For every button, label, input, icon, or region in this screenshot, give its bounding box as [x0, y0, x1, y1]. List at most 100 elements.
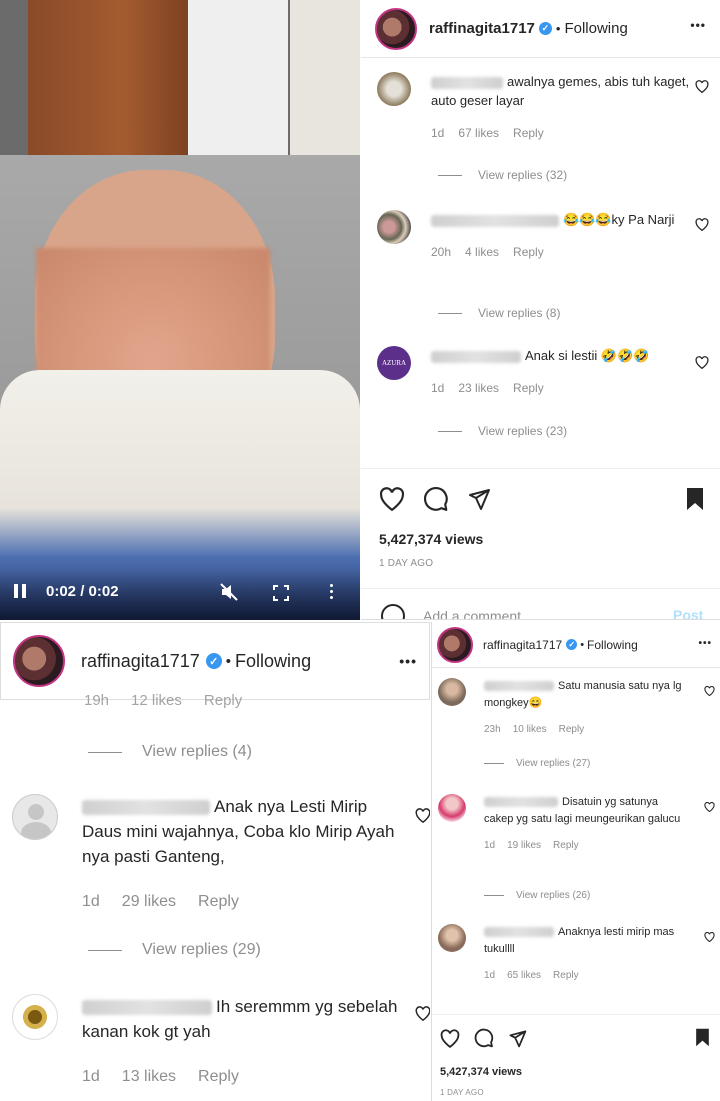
like-heart-icon[interactable] [704, 932, 715, 942]
avatar[interactable] [375, 7, 417, 50]
comment-likes[interactable]: 4 likes [465, 245, 499, 259]
view-count: 5,427,374 views [379, 531, 484, 547]
verified-badge-icon: ✓ [538, 22, 552, 35]
like-heart-icon[interactable] [695, 218, 709, 231]
comment-time: 1d [82, 893, 100, 910]
comment-likes[interactable]: 23 likes [458, 381, 499, 395]
comment-time: 20h [431, 245, 452, 259]
divider [361, 468, 720, 469]
post-date: 1 DAY AGO [379, 558, 434, 569]
blurred-username[interactable] [431, 350, 521, 363]
blurred-username[interactable] [484, 797, 558, 808]
like-heart-icon[interactable] [704, 802, 715, 812]
following-button[interactable]: Following [235, 651, 311, 672]
view-replies[interactable]: View replies (29) [88, 941, 261, 959]
reply-button[interactable]: Reply [553, 970, 579, 981]
post-button[interactable]: Post [673, 607, 703, 619]
post-header: raffinagita1717 ✓ • Following ••• [361, 0, 720, 58]
commenter-avatar[interactable] [438, 794, 466, 822]
share-icon[interactable] [508, 1029, 527, 1048]
add-comment-input[interactable]: Add a comment... [423, 608, 533, 619]
reply-button[interactable]: Reply [559, 724, 585, 735]
avatar[interactable] [437, 626, 473, 663]
view-replies[interactable]: View replies (27) [484, 758, 590, 769]
comment-likes[interactable]: 13 likes [122, 1068, 176, 1086]
separator-dot: • [555, 21, 561, 36]
fullscreen-icon[interactable] [273, 585, 289, 601]
emoji-icon[interactable] [381, 604, 405, 619]
blurred-username[interactable] [431, 76, 503, 89]
more-options-icon[interactable]: ••• [399, 653, 417, 669]
blurred-username[interactable] [484, 681, 554, 692]
comment-likes[interactable]: 10 likes [513, 724, 547, 735]
reply-button[interactable]: Reply [553, 840, 579, 851]
commenter-avatar[interactable]: AZURA [377, 346, 411, 380]
blurred-username[interactable] [82, 800, 210, 816]
bookmark-icon[interactable] [694, 1028, 711, 1047]
divider [361, 588, 720, 589]
like-heart-icon[interactable] [440, 1028, 460, 1048]
comment-item: Disatuin yg satunya cakep yg satu lagi m… [438, 794, 698, 851]
comments-panel-3: raffinagita1717 ✓ • Following ••• Satu m… [431, 622, 720, 1101]
commenter-avatar[interactable] [12, 794, 58, 840]
comment-item: Anaknya lesti mirip mas tukullll 1d 65 li… [438, 924, 698, 981]
like-heart-icon[interactable] [695, 356, 709, 369]
post-header: raffinagita1717 ✓ • Following ••• [432, 622, 720, 668]
comment-likes[interactable]: 29 likes [122, 893, 176, 911]
comment-icon[interactable] [423, 486, 449, 512]
door-background [28, 0, 188, 160]
commenter-avatar[interactable] [438, 678, 466, 706]
comments-panel-2: raffinagita1717 ✓ • Following ••• 19h 12 … [0, 622, 430, 1101]
view-replies[interactable]: View replies (32) [438, 168, 567, 182]
verified-badge-icon: ✓ [566, 639, 578, 650]
comment-meta-partial: 19h 12 likes Reply [84, 692, 243, 709]
blurred-username[interactable] [82, 1000, 212, 1016]
like-heart-icon[interactable] [415, 808, 430, 823]
share-icon[interactable] [467, 487, 491, 511]
video-player[interactable]: 0:02 / 0:02 [0, 0, 360, 620]
reply-button[interactable]: Reply [198, 1068, 239, 1086]
video-more-icon[interactable] [330, 584, 333, 599]
comment-text: Anak si lestii 🤣🤣🤣 [525, 348, 650, 363]
verified-badge-icon: ✓ [205, 653, 222, 669]
view-replies[interactable]: View replies (26) [484, 890, 590, 901]
comment-likes[interactable]: 67 likes [458, 126, 499, 140]
divider [432, 1014, 720, 1015]
username[interactable]: raffinagita1717 [429, 20, 535, 37]
view-replies[interactable]: View replies (23) [438, 424, 567, 438]
commenter-avatar[interactable] [438, 924, 466, 952]
comment-time: 1d [82, 1068, 100, 1085]
action-bar [379, 486, 491, 512]
bookmark-icon[interactable] [684, 487, 706, 511]
view-replies[interactable]: View replies (8) [438, 306, 560, 320]
post-header: raffinagita1717 ✓ • Following ••• [0, 622, 430, 700]
comment-time: 23h [484, 724, 501, 735]
comment-likes[interactable]: 19 likes [507, 840, 541, 851]
like-heart-icon[interactable] [704, 686, 715, 696]
blurred-username[interactable] [431, 214, 559, 227]
blurred-username[interactable] [484, 927, 554, 938]
like-heart-icon[interactable] [379, 487, 405, 511]
username[interactable]: raffinagita1717 [81, 651, 200, 672]
reply-button[interactable]: Reply [513, 381, 544, 395]
username[interactable]: raffinagita1717 [483, 638, 562, 652]
like-heart-icon[interactable] [415, 1006, 430, 1021]
commenter-avatar[interactable] [377, 210, 411, 244]
mute-icon[interactable] [219, 582, 239, 602]
avatar[interactable] [13, 635, 65, 687]
commenter-avatar[interactable] [377, 72, 411, 106]
following-button[interactable]: Following [564, 20, 627, 37]
reply-button[interactable]: Reply [513, 245, 544, 259]
comment-icon[interactable] [474, 1028, 494, 1048]
following-button[interactable]: Following [587, 638, 638, 652]
comment-likes[interactable]: 65 likes [507, 970, 541, 981]
reply-button[interactable]: Reply [198, 893, 239, 911]
like-heart-icon[interactable] [695, 80, 709, 93]
reply-button[interactable]: Reply [513, 126, 544, 140]
pause-icon[interactable] [14, 584, 26, 600]
commenter-avatar[interactable] [12, 994, 58, 1040]
more-options-icon[interactable]: ••• [690, 18, 706, 32]
more-options-icon[interactable]: ••• [698, 638, 712, 649]
view-replies[interactable]: View replies (4) [88, 743, 252, 761]
comment-item: Anak nya Lesti Mirip Daus mini wajahnya,… [12, 794, 412, 911]
